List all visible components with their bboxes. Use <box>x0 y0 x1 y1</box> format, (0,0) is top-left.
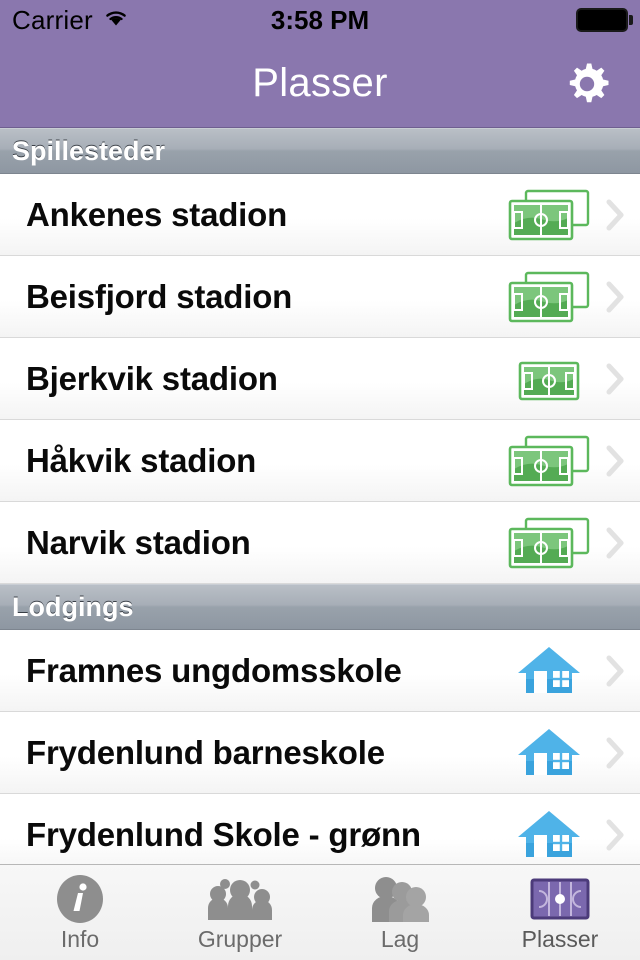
soccer-field-stack-icon <box>506 517 592 569</box>
tab-label: Plasser <box>521 926 599 952</box>
list-item-label: Framnes ungdomsskole <box>26 651 402 689</box>
list-item[interactable]: Framnes ungdomsskole <box>0 630 640 712</box>
tab-bar[interactable]: Info Grupper Lag Plasser <box>0 864 640 960</box>
tab-label: Lag <box>380 926 420 952</box>
chevron-right-icon <box>602 655 628 687</box>
list-item[interactable]: Frydenlund barneskole <box>0 712 640 794</box>
chevron-right-icon <box>602 363 628 395</box>
status-bar-left: Carrier <box>12 5 131 36</box>
house-icon <box>506 807 592 863</box>
gear-icon[interactable] <box>560 57 614 111</box>
soccer-field-stack-icon <box>506 189 592 241</box>
list-item-accessory <box>506 353 628 405</box>
list-item-accessory <box>506 517 628 569</box>
list-item-accessory <box>506 643 628 699</box>
list-item-label: Ankenes stadion <box>26 195 288 233</box>
chevron-right-icon <box>602 819 628 851</box>
carrier-label: Carrier <box>12 4 93 35</box>
tab-label: Info <box>60 926 100 952</box>
chevron-right-icon <box>602 445 628 477</box>
wifi-icon <box>101 6 131 35</box>
list-item-label: Frydenlund Skole - grønn <box>26 815 421 853</box>
list-item-accessory <box>506 189 628 241</box>
list-item[interactable]: Håkvik stadion <box>0 420 640 502</box>
list-item-accessory <box>506 435 628 487</box>
section-header-venues: Spillesteder <box>0 128 640 174</box>
list-item-accessory <box>506 807 628 863</box>
list-item-label: Narvik stadion <box>26 523 251 561</box>
list-item[interactable]: Ankenes stadion <box>0 174 640 256</box>
soccer-field-stack-icon <box>506 435 592 487</box>
soccer-field-stack-icon <box>506 271 592 323</box>
tab-plasser[interactable]: Plasser <box>480 865 640 960</box>
team-people-icon <box>364 874 436 924</box>
list-item-label: Frydenlund barneskole <box>26 733 385 771</box>
places-list[interactable]: Spillesteder Ankenes stadion Beisfjord s… <box>0 128 640 864</box>
soccer-field-icon <box>506 353 592 405</box>
list-item-accessory <box>506 271 628 323</box>
page-title: Plasser <box>252 61 388 105</box>
status-bar: Carrier 3:58 PM <box>0 0 640 40</box>
list-item[interactable]: Beisfjord stadion <box>0 256 640 338</box>
tab-grupper[interactable]: Grupper <box>160 865 320 960</box>
tab-label: Grupper <box>197 926 283 952</box>
app-root: Carrier 3:58 PM Plasser Spillesteder Ank… <box>0 0 640 960</box>
house-icon <box>506 725 592 781</box>
list-item-label: Beisfjord stadion <box>26 277 293 315</box>
info-circle-icon <box>52 874 108 924</box>
tab-info[interactable]: Info <box>0 865 160 960</box>
list-item[interactable]: Narvik stadion <box>0 502 640 584</box>
chevron-right-icon <box>602 737 628 769</box>
list-item-label: Bjerkvik stadion <box>26 359 278 397</box>
chevron-right-icon <box>602 199 628 231</box>
list-item-accessory <box>506 725 628 781</box>
field-purple-icon <box>529 874 591 924</box>
list-item[interactable]: Bjerkvik stadion <box>0 338 640 420</box>
chevron-right-icon <box>602 281 628 313</box>
chevron-right-icon <box>602 527 628 559</box>
list-item[interactable]: Frydenlund Skole - grønn <box>0 794 640 864</box>
list-item-label: Håkvik stadion <box>26 441 257 479</box>
section-header-lodgings: Lodgings <box>0 584 640 630</box>
group-people-icon <box>202 874 278 924</box>
tab-lag[interactable]: Lag <box>320 865 480 960</box>
status-bar-right <box>576 8 633 32</box>
battery-full-icon <box>576 8 633 32</box>
navigation-bar: Plasser <box>0 40 640 128</box>
house-icon <box>506 643 592 699</box>
